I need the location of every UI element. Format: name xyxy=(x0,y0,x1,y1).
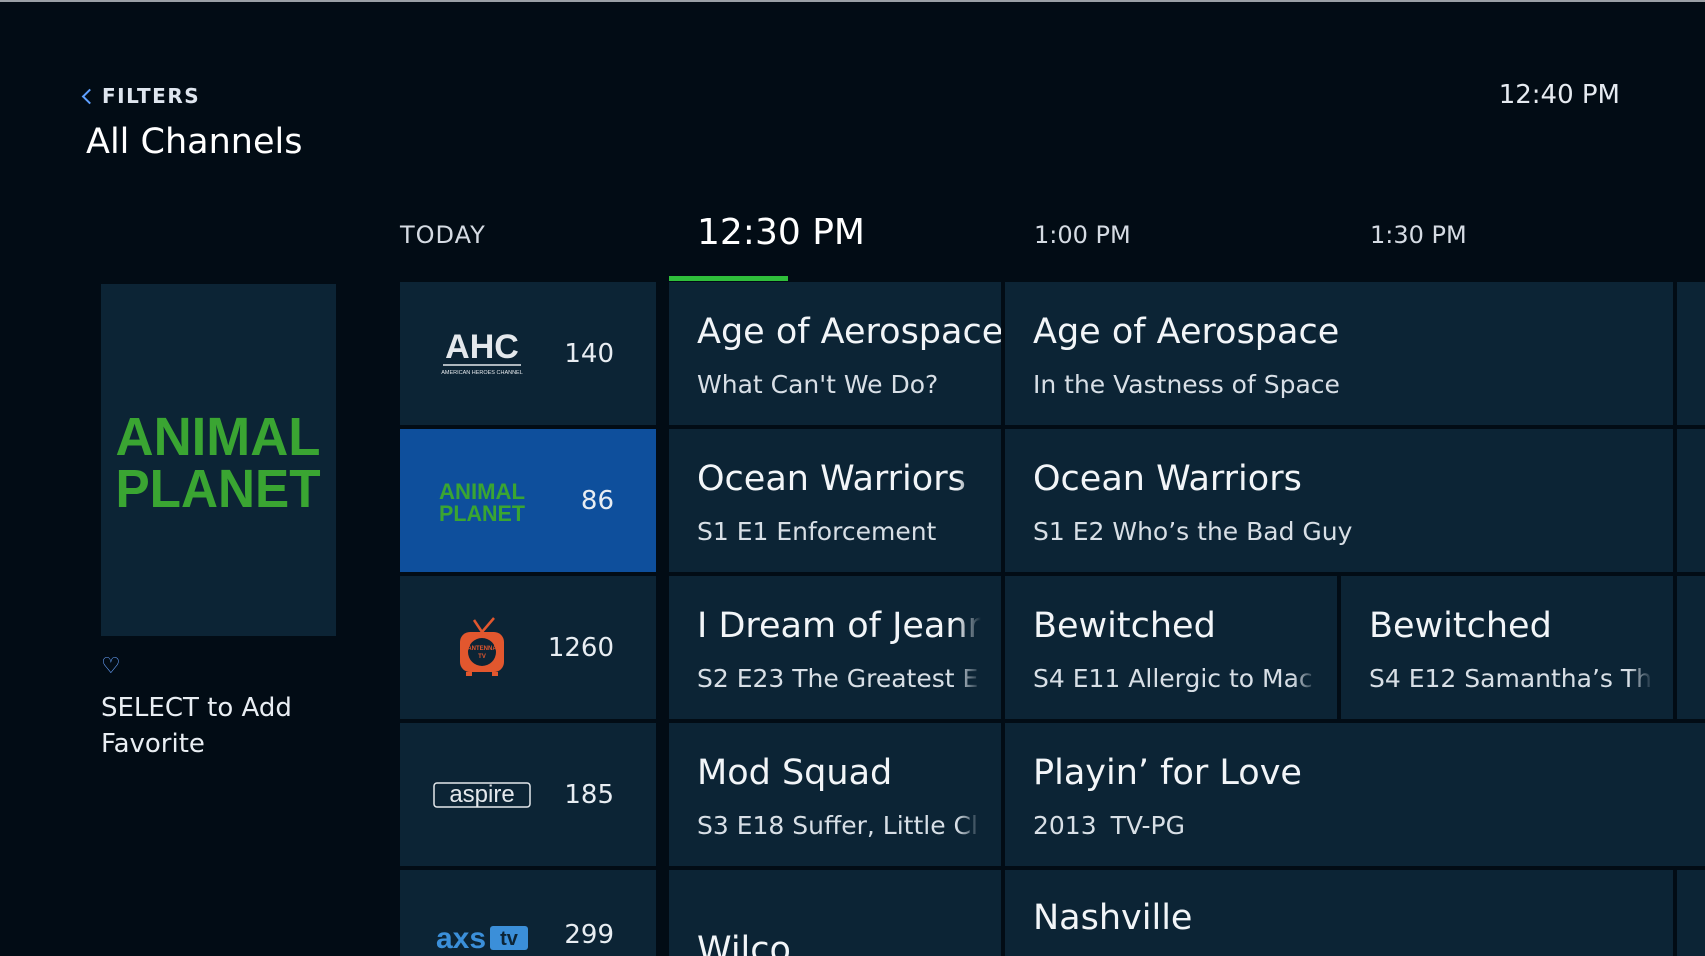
program-cell[interactable]: Age of Aerospace In the Vastness of Spac… xyxy=(1005,282,1673,425)
program-cell[interactable]: Ocean Warriors S1 E1 Enforcement xyxy=(669,429,1001,572)
program-title: Playin’ for Love xyxy=(1033,753,1302,793)
program-cell[interactable]: Bewitched S4 E12 Samantha’s Th xyxy=(1341,576,1673,719)
svg-text:axs: axs xyxy=(436,922,486,954)
program-title: Bewitched xyxy=(1369,606,1552,646)
channel-preview-card: ANIMAL PLANET xyxy=(101,284,336,636)
program-subtitle: S4 E11 Allergic to Mac xyxy=(1033,664,1313,693)
svg-text:tv: tv xyxy=(500,928,519,950)
time-slot-current: 12:30 PM xyxy=(697,212,865,253)
svg-text:PLANET: PLANET xyxy=(439,501,526,523)
program-title: Wilco xyxy=(697,930,791,956)
program-subtitle: 2013 TV-PG xyxy=(1033,811,1185,840)
aspire-logo-text: aspire xyxy=(449,781,514,808)
heart-outline-icon: ♡ xyxy=(101,654,121,679)
program-subtitle: In the Vastness of Space xyxy=(1033,370,1340,399)
channel-cell-ahc[interactable]: AHC AMERICAN HEROES CHANNEL 140 xyxy=(400,282,656,425)
program-cell-overflow[interactable] xyxy=(1677,282,1705,425)
program-cell[interactable]: Bewitched S4 E11 Allergic to Mac xyxy=(1005,576,1337,719)
animal-planet-logo-large: ANIMAL PLANET xyxy=(116,407,321,515)
filters-label: FILTERS xyxy=(102,84,201,108)
channel-number: 1260 xyxy=(547,632,614,663)
svg-text:PLANET: PLANET xyxy=(116,459,321,515)
chevron-left-icon xyxy=(81,88,98,105)
program-title: I Dream of Jeanr xyxy=(697,606,982,646)
program-cell[interactable]: Nashville xyxy=(1005,870,1673,956)
program-subtitle: S3 E18 Suffer, Little Cl xyxy=(697,811,978,840)
program-title: Age of Aerospace xyxy=(697,312,1001,352)
svg-text:ANIMAL: ANIMAL xyxy=(116,407,321,467)
program-cell[interactable]: I Dream of Jeanr S2 E23 The Greatest E xyxy=(669,576,1001,719)
axstv-logo: axs tv xyxy=(428,870,536,956)
channel-number: 86 xyxy=(580,485,614,516)
program-subtitle: S4 E12 Samantha’s Th xyxy=(1369,664,1652,693)
antenna-tv-logo: ANTENNA TV xyxy=(428,576,536,719)
favorite-hint: SELECT to Add Favorite xyxy=(101,693,292,759)
program-cell-overflow[interactable] xyxy=(1677,870,1705,956)
filters-back-button[interactable]: FILTERS xyxy=(81,84,201,108)
clock: 12:40 PM xyxy=(1498,80,1620,110)
program-subtitle: S1 E2 Who’s the Bad Guy xyxy=(1033,517,1353,546)
channel-number: 299 xyxy=(564,920,614,950)
aspire-logo: aspire xyxy=(428,723,536,866)
page-title: All Channels xyxy=(86,122,303,162)
channel-number: 185 xyxy=(564,779,614,810)
program-cell[interactable]: Playin’ for Love 2013 TV-PG xyxy=(1005,723,1705,866)
program-title: Nashville xyxy=(1033,898,1193,938)
svg-text:ANTENNA: ANTENNA xyxy=(467,646,497,652)
channel-cell-antenna-tv[interactable]: ANTENNA TV 1260 xyxy=(400,576,656,719)
program-subtitle: S1 E1 Enforcement xyxy=(697,517,937,546)
program-cell[interactable]: Mod Squad S3 E18 Suffer, Little Cl xyxy=(669,723,1001,866)
program-cell[interactable]: Age of Aerospace What Can't We Do? xyxy=(669,282,1001,425)
ahc-logo-text: AHC xyxy=(445,328,519,366)
current-time-marker xyxy=(669,276,788,281)
channel-cell-animal-planet[interactable]: ANIMAL PLANET 86 xyxy=(400,429,656,572)
channel-cell-axstv[interactable]: axs tv 299 xyxy=(400,870,656,956)
program-title: Ocean Warriors xyxy=(697,459,966,499)
program-subtitle: What Can't We Do? xyxy=(697,370,939,399)
program-cell[interactable]: Ocean Warriors S1 E2 Who’s the Bad Guy xyxy=(1005,429,1673,572)
program-cell-overflow[interactable] xyxy=(1677,576,1705,719)
time-slot-1300: 1:00 PM xyxy=(1034,221,1131,249)
channel-cell-aspire[interactable]: aspire 185 xyxy=(400,723,656,866)
screen-top-border xyxy=(0,0,1705,2)
animal-planet-logo: ANIMAL PLANET xyxy=(428,429,536,572)
ahc-logo-subtext: AMERICAN HEROES CHANNEL xyxy=(441,370,523,376)
day-label: TODAY xyxy=(400,221,486,249)
time-slot-1330: 1:30 PM xyxy=(1370,221,1467,249)
svg-text:TV: TV xyxy=(478,654,486,660)
program-title: Ocean Warriors xyxy=(1033,459,1302,499)
program-title: Bewitched xyxy=(1033,606,1216,646)
program-title: Mod Squad xyxy=(697,753,893,793)
program-cell[interactable]: Wilco xyxy=(669,870,1001,956)
channel-number: 140 xyxy=(564,338,614,369)
program-cell-overflow[interactable] xyxy=(1677,429,1705,572)
program-title: Age of Aerospace xyxy=(1033,312,1340,352)
program-subtitle: S2 E23 The Greatest E xyxy=(697,664,979,693)
ahc-logo: AHC AMERICAN HEROES CHANNEL xyxy=(428,282,536,425)
